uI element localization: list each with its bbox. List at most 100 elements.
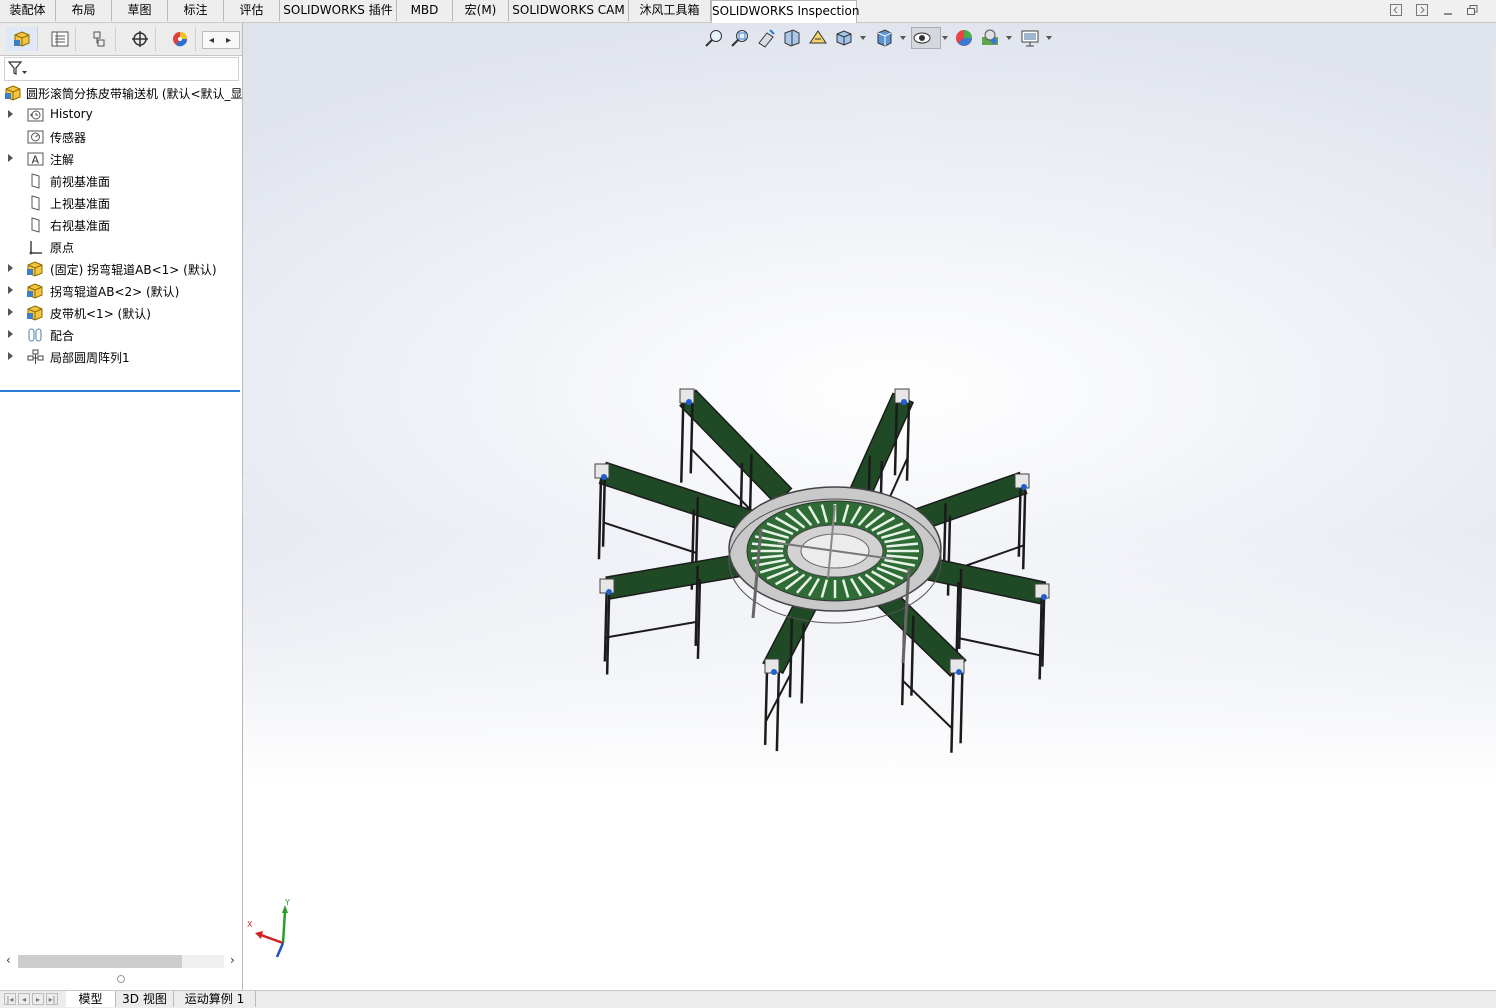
expand-arrow-icon[interactable] [8,154,13,162]
tab-model[interactable]: 模型 [66,991,116,1007]
svg-text:A: A [32,154,40,167]
subassembly-icon [27,261,44,277]
tree-item-top-plane[interactable]: 上视基准面 [0,193,240,213]
expand-arrow-icon[interactable] [8,110,13,118]
zoom-to-fit-icon[interactable] [703,27,725,49]
previous-view-icon[interactable] [755,27,777,49]
tree-item-annotations[interactable]: A 注解 [0,149,240,169]
tab-assembly[interactable]: 装配体 [0,0,56,21]
subassembly-icon [27,283,44,299]
tab-solidworks-cam[interactable]: SOLIDWORKS CAM [509,0,629,21]
dropdown-arrow-icon[interactable] [1046,36,1052,40]
feature-filter[interactable] [4,57,239,81]
configurationmanager-icon[interactable] [84,27,116,51]
tree-item-component-3[interactable]: 皮带机<1> (默认) [0,303,240,323]
origin-icon [27,239,44,255]
plane-icon [27,217,44,233]
tree-item-label: History [50,107,93,121]
tab-3d-views[interactable]: 3D 视图 [116,991,174,1007]
panel-tab-scroller[interactable]: ◂ ▸ [202,31,240,49]
propertymanager-icon[interactable] [44,27,76,51]
tree-item-origin[interactable]: 原点 [0,237,240,257]
display-style-icon[interactable] [873,27,895,49]
annotation-icon: A [27,151,44,167]
scroll-thumb[interactable] [18,955,182,968]
rollback-bar[interactable] [0,390,240,392]
display-manager-icon[interactable] [164,27,196,51]
view-settings-icon[interactable] [1019,27,1041,49]
expand-arrow-icon[interactable] [8,264,13,272]
tree-item-circular-pattern[interactable]: 局部圆周阵列1 [0,347,240,367]
tab-solidworks-inspection[interactable]: SOLIDWORKS Inspection [711,0,859,23]
tree-root-assembly[interactable]: 圆形滚筒分拣皮带输送机 (默认<默认_显 [0,83,243,103]
tree-horizontal-scrollbar[interactable]: ‹ › [4,953,240,970]
plane-icon [27,173,44,189]
belt-conveyor-8 [599,550,759,675]
view-orientation-icon[interactable] [833,27,855,49]
expand-arrow-icon[interactable] [8,286,13,294]
tree-item-history[interactable]: History [0,105,240,125]
graphics-area[interactable]: Y X [243,23,1496,990]
scroll-right-icon[interactable]: › [230,953,235,967]
apply-scene-icon[interactable] [979,27,1001,49]
tree-item-label: 皮带机<1> (默认) [50,307,151,321]
dropdown-arrow-icon[interactable] [860,36,866,40]
scroll-left-icon[interactable]: ‹ [6,953,11,967]
next-tab-icon[interactable]: ▸ [32,993,44,1005]
scroll-right-icon[interactable]: ▸ [220,33,237,49]
expand-arrow-icon[interactable] [8,330,13,338]
panel-tabs: ◂ ▸ [0,23,242,56]
first-tab-icon[interactable]: |◂ [4,993,16,1005]
tab-evaluate[interactable]: 评估 [224,0,280,21]
z-axis-arrow [275,942,285,958]
dropdown-arrow-icon[interactable] [1006,36,1012,40]
filter-icon[interactable] [7,61,28,80]
dimxpert-icon[interactable] [124,27,156,51]
tree-item-component-2[interactable]: 拐弯辊道AB<2> (默认) [0,281,240,301]
tree-item-label: 配合 [50,329,75,343]
tree-item-component-1[interactable]: (固定) 拐弯辊道AB<1> (默认) [0,259,240,279]
expand-arrow-icon[interactable] [8,352,13,360]
scroll-left-icon[interactable]: ◂ [203,33,220,49]
dropdown-arrow-icon[interactable] [942,36,948,40]
hide-show-items-icon[interactable] [911,27,941,49]
tab-motion-study[interactable]: 运动算例 1 [174,991,256,1007]
conveyor-model[interactable] [573,363,1103,753]
tab-macro[interactable]: 宏(M) [453,0,509,21]
tile-right-icon[interactable] [1414,3,1430,19]
dynamic-annotation-icon[interactable] [807,27,829,49]
tree-item-label: 拐弯辊道AB<2> (默认) [50,285,180,299]
tree-item-sensors[interactable]: 传感器 [0,127,240,147]
tree-item-label: 原点 [50,241,75,255]
minimize-icon[interactable] [1440,3,1456,19]
edit-appearance-icon[interactable] [953,27,975,49]
tile-left-icon[interactable] [1388,3,1404,19]
tree-item-mates[interactable]: 配合 [0,325,240,345]
section-view-icon[interactable] [781,27,803,49]
tab-solidworks-addins[interactable]: SOLIDWORKS 插件 [280,0,397,21]
tree-item-label: 传感器 [50,131,87,145]
restore-icon[interactable] [1464,3,1480,19]
tab-mbd[interactable]: MBD [397,0,453,21]
prev-tab-icon[interactable]: ◂ [18,993,30,1005]
tab-sketch[interactable]: 草图 [112,0,168,21]
tree-item-right-plane[interactable]: 右视基准面 [0,215,240,235]
tree-item-label: 上视基准面 [50,197,111,211]
expand-arrow-icon[interactable] [8,308,13,316]
panel-grip-icon[interactable] [117,975,125,983]
tab-layout[interactable]: 布局 [56,0,112,21]
zoom-to-area-icon[interactable] [729,27,751,49]
tree-item-front-plane[interactable]: 前视基准面 [0,171,240,191]
featuremanager-icon[interactable] [6,27,38,51]
belt-conveyor-5 [869,581,967,753]
dropdown-arrow-icon[interactable] [900,36,906,40]
tree-item-label: 局部圆周阵列1 [50,351,130,365]
last-tab-icon[interactable]: ▸| [46,993,58,1005]
plane-icon [27,195,44,211]
tab-mufeng-toolbox[interactable]: 沐风工具箱 [629,0,711,21]
tab-markup[interactable]: 标注 [168,0,224,21]
command-manager-tabs: 装配体 布局 草图 标注 评估 SOLIDWORKS 插件 MBD 宏(M) S… [0,0,1496,23]
mates-icon [27,327,44,343]
assembly-icon [5,85,22,101]
y-axis-arrow [281,910,287,944]
